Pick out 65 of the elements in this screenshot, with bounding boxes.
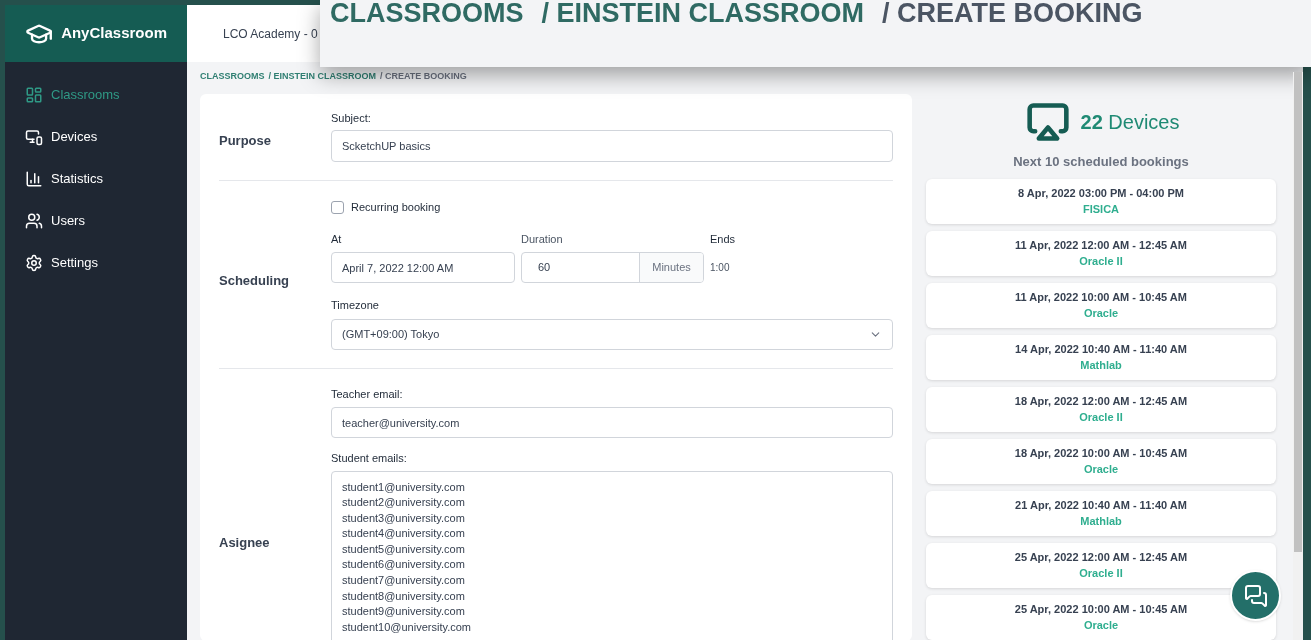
settings-icon [25,254,43,272]
booking-time: 25 Apr, 2022 12:00 AM - 12:45 AM [1014,549,1188,565]
chat-bubbles-icon [1243,583,1268,608]
field-label: Student emails: [331,451,408,466]
booking-subject: Oracle [1083,306,1119,321]
recurring-checkbox[interactable] [331,200,344,214]
section-title: Scheduling [219,271,291,290]
sidebar-item[interactable]: Classrooms [5,74,187,116]
student-emails-field[interactable]: student1@university.com student2@university.com student3@university.com student4@university.com student5@university.com student6@university.com student7@university.com student8@university.com student9@university.com student10@university.com [331,470,893,640]
booking-time: 18 Apr, 2022 12:00 AM - 12:45 AM [1014,393,1188,409]
bookings-heading: Next 10 scheduled bookings [1012,153,1190,171]
booking-time: 25 Apr, 2022 10:00 AM - 10:45 AM [1014,601,1188,617]
field-label: Subject: [331,110,372,126]
booking-time: 14 Apr, 2022 10:40 AM - 11:40 AM [1015,341,1187,357]
sidebar-item[interactable]: Statistics [5,158,187,200]
booking-time: 11 Apr, 2022 10:00 AM - 10:45 AM [1015,289,1187,305]
booking-time: 21 Apr, 2022 10:40 AM - 11:40 AM [1015,497,1187,513]
dashboard-icon [25,86,43,104]
booking-card[interactable]: 18 Apr, 2022 10:00 AM - 10:45 AM Oracle [926,438,1276,484]
booking-card[interactable]: 14 Apr, 2022 10:40 AM - 11:40 AM Mathlab [926,334,1276,380]
booking-time: 8 Apr, 2022 03:00 PM - 04:00 PM [1018,185,1184,201]
sidebar-item[interactable]: Devices [5,116,187,158]
booking-card[interactable]: 25 Apr, 2022 10:00 AM - 10:45 AM Oracle [926,594,1276,640]
device-count: 22 Devices [1080,110,1180,135]
checkbox-label: Recurring booking [351,200,441,215]
booking-card[interactable]: 11 Apr, 2022 12:00 AM - 12:45 AM Oracle II [926,230,1276,276]
booking-subject: Oracle II [1079,410,1123,425]
devices-icon [25,128,43,146]
booking-time: 11 Apr, 2022 12:00 AM - 12:45 AM [1015,237,1187,253]
subject-field[interactable]: ScketchUP basics [331,130,893,162]
sidebar-item[interactable]: Users [5,200,187,242]
booking-subject: Mathlab [1080,514,1122,529]
breadcrumb-link[interactable]: CLASSROOMS [200,70,265,84]
sidebar-item[interactable]: Settings [5,242,187,284]
booking-subject: Oracle [1083,618,1119,633]
duration-field[interactable]: 60 Minutes [521,252,704,283]
users-icon [25,212,43,230]
breadcrumb-link[interactable]: / CREATE BOOKING [380,70,467,84]
bar-chart-icon [25,170,43,188]
teacher-email-field[interactable]: teacher@university.com [331,407,893,438]
section-title: Purpose [219,132,272,150]
field-label: Ends [710,231,736,247]
booking-card[interactable]: 11 Apr, 2022 10:00 AM - 10:45 AM Oracle [926,282,1276,328]
booking-subject: Oracle II [1079,566,1123,581]
field-label: At [331,231,343,247]
booking-card[interactable]: 21 Apr, 2022 10:40 AM - 11:40 AM Mathlab [926,490,1276,536]
date-time-field[interactable]: April 7, 2022 12:00 AM [331,252,515,283]
field-label: Teacher email: [331,386,404,402]
booking-time: 18 Apr, 2022 10:00 AM - 10:45 AM [1014,445,1188,461]
timezone-select[interactable]: (GMT+09:00) Tokyo [331,318,893,350]
field-label: Duration [521,231,564,247]
breadcrumb-link[interactable]: / EINSTEIN CLASSROOM [268,70,377,84]
end-time: 1:00 [710,261,731,275]
field-label: Timezone [331,298,380,313]
booking-card[interactable]: 25 Apr, 2022 12:00 AM - 12:45 AM Oracle II [926,542,1276,588]
scrollbar[interactable] [1293,72,1303,640]
section-title: Asignee [219,534,271,553]
booking-subject: FISICA [1082,202,1120,217]
booking-subject: Oracle [1083,462,1119,477]
booking-card[interactable]: 18 Apr, 2022 12:00 AM - 12:45 AM Oracle II [926,386,1276,432]
brand-name: AnyClassroom [61,23,167,44]
booking-subject: Mathlab [1080,358,1122,373]
booking-card[interactable]: 8 Apr, 2022 03:00 PM - 04:00 PM FISICA [926,178,1276,224]
booking-subject: Oracle II [1079,254,1123,269]
organization-name: LCO Academy - 0 [223,25,318,43]
